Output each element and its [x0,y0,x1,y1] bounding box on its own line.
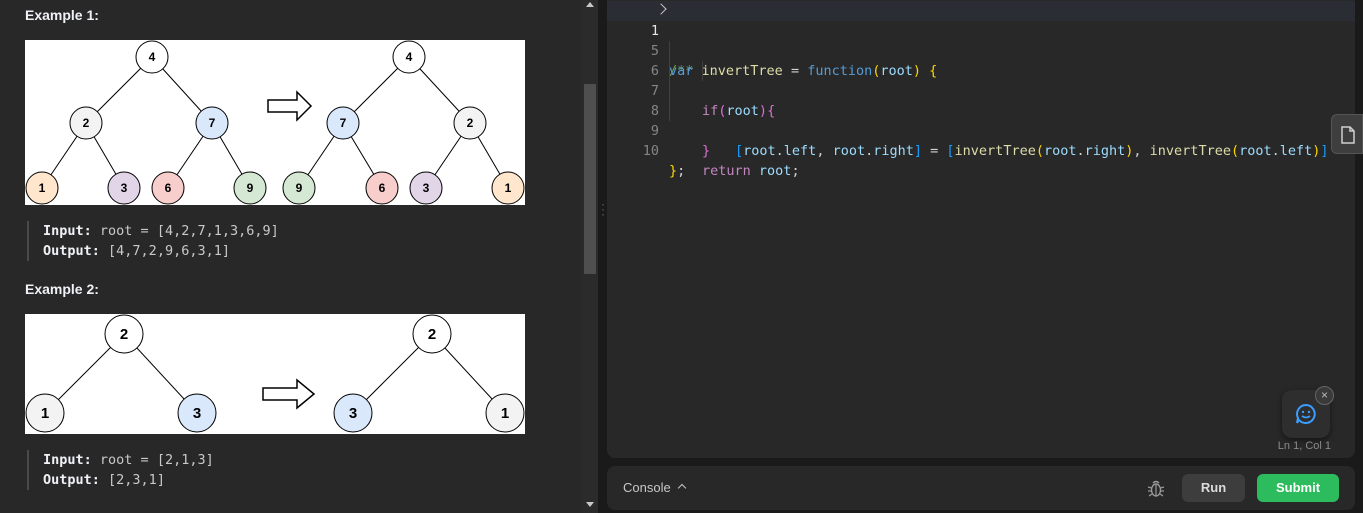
scroll-thumb[interactable] [584,84,596,274]
tree-node-label: 1 [505,181,512,195]
console-bar: Console Run Submit [607,466,1355,510]
console-toggle[interactable]: Console [623,480,686,495]
tree-node-label: 9 [247,181,254,195]
description-panel: Example 1: 4 2 7 1 3 6 9 4 7 2 9 6 3 1 I… [0,0,598,513]
tree-node-label: 2 [120,326,128,343]
output-label: Output: [43,472,100,488]
tree-node-label: 6 [165,181,172,195]
tree-node-label: 4 [406,50,413,64]
description-scrollbar[interactable] [582,0,598,513]
example-1-io: Input: root = [4,2,7,1,3,6,9] Output: [4… [27,221,279,261]
input-label: Input: [43,223,92,239]
tree-node-label: 7 [209,116,216,130]
input-value: root = [2,1,3] [99,452,214,468]
code-line[interactable]: 10 }; [607,121,1355,179]
tree-node-label: 7 [340,116,347,130]
tree-node-label: 9 [296,181,303,195]
tree-node-label: 3 [423,181,430,195]
scroll-down-arrow-icon[interactable] [586,502,594,507]
drag-handle-icon[interactable]: · · · [600,198,606,220]
scroll-up-arrow-icon[interactable] [586,2,594,7]
panel-splitter[interactable]: · · · [598,0,607,513]
file-side-button[interactable] [1331,114,1363,154]
tree-node-label: 2 [467,116,474,130]
tree-node-label: 1 [41,405,49,422]
input-value: root = [4,2,7,1,3,6,9] [99,223,279,239]
line-number: 10 [642,143,659,159]
submit-button[interactable]: Submit [1257,474,1339,502]
input-label: Input: [43,452,92,468]
example-2-heading: Example 2: [25,281,99,297]
description-content[interactable]: Example 1: 4 2 7 1 3 6 9 4 7 2 9 6 3 1 I… [0,0,582,513]
tree-node-label: 6 [379,181,386,195]
bug-icon [1147,480,1165,497]
output-value: [2,3,1] [108,472,165,488]
code-text: return root; [702,163,800,179]
code-line[interactable]: 9 return root; [607,101,1355,179]
code-editor[interactable]: 1 /** ... 5 var invertTree = function(ro… [607,0,1355,458]
example-1-tree-image: 4 2 7 1 3 6 9 4 7 2 9 6 3 1 [25,40,525,205]
output-value: [4,7,2,9,6,3,1] [108,243,230,259]
tree-node-label: 2 [428,326,436,343]
tree-node-label: 3 [349,405,357,422]
tree-node-label: 2 [83,116,90,130]
code-line[interactable]: 6 if(root){ [607,41,1355,119]
debug-button[interactable] [1147,478,1165,498]
code-text: } [702,143,711,159]
code-text: }; [669,163,686,179]
transform-arrow-icon [262,378,316,410]
chat-smile-icon [1296,403,1316,424]
tree-node-label: 3 [193,405,201,422]
code-line[interactable]: 8 } [607,81,1355,159]
tree-node-label: 1 [501,405,509,422]
chevron-up-icon [677,483,686,493]
file-icon [1341,126,1355,144]
run-button[interactable]: Run [1182,474,1245,502]
fold-chevron-icon[interactable] [655,3,667,15]
cursor-position-status: Ln 1, Col 1 [1277,440,1331,452]
code-line[interactable]: 7 [root.left, root.right] = [invertTree(… [607,61,1355,159]
transform-arrow-icon [267,90,313,122]
output-label: Output: [43,243,100,259]
tree-node-label: 4 [149,50,156,64]
chat-close-button[interactable]: × [1315,386,1334,405]
tree-node-label: 3 [121,181,128,195]
example-2-io: Input: root = [2,1,3] Output: [2,3,1] [27,450,214,490]
code-text: [root.left, root.right] = [invertTree(ro… [735,143,1329,159]
console-label: Console [623,480,671,495]
code-line[interactable]: 5 var invertTree = function(root) { [607,21,1355,79]
example-1-heading: Example 1: [25,7,99,23]
tree-node-label: 1 [39,181,46,195]
example-2-tree-image: 2 1 3 2 3 1 [25,314,525,434]
code-line[interactable]: 1 /** ... [607,1,1355,79]
